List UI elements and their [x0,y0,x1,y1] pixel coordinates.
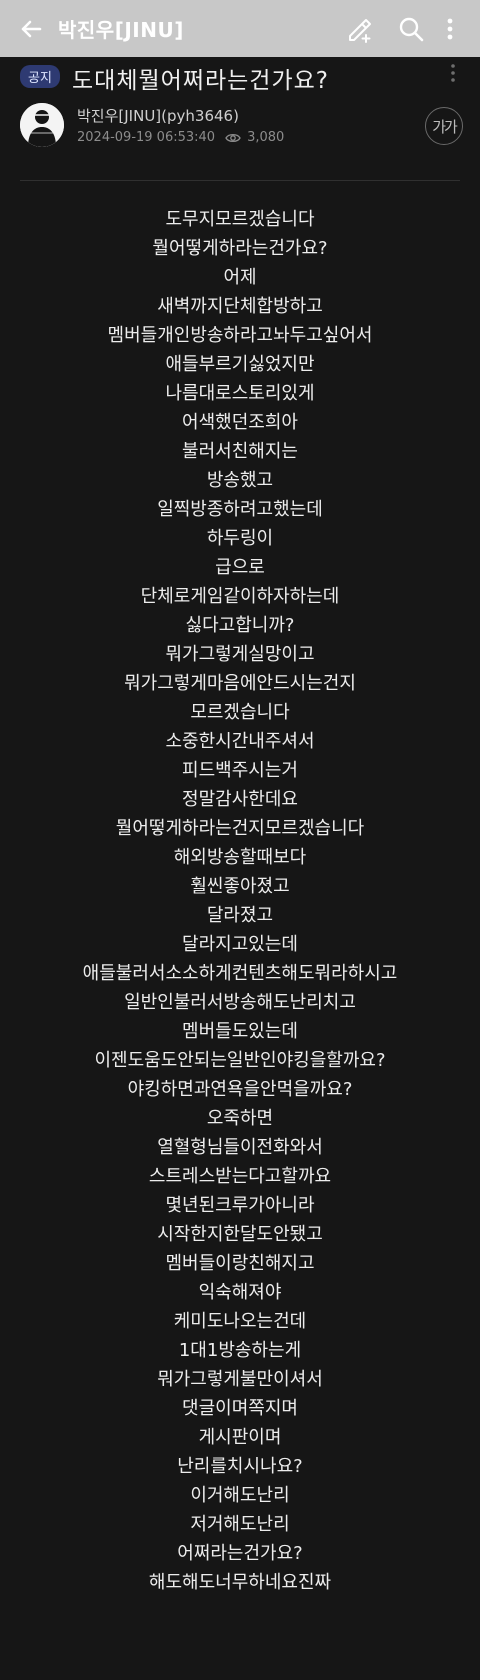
body-text-line: 뭘어떻게하라는건가요? [152,238,328,259]
post-title: 도대체뭘어쩌라는건가요? [72,68,329,94]
body-text-line: 1대1방송하는게 [178,1340,302,1361]
body-text-line: 뭘어떻게하라는건지모르겠습니다 [115,818,365,839]
body-text-line: 저거해도난리 [190,1514,290,1535]
header-divider [20,180,460,181]
body-text-line: 일반인불러서방송해도난리치고 [124,992,356,1013]
body-text-line: 달라지고있는데 [182,934,298,955]
post-more-button[interactable] [450,63,462,87]
eye-icon [225,133,241,142]
body-text-line: 애들부르기싫었지만 [165,354,315,375]
body-text-line: 뭐가그렇게실망이고 [165,644,315,665]
body-text-line: 야킹하면과연욕을안먹을까요? [127,1079,353,1100]
author-name[interactable]: 박진우[JINU](pyh3646) [77,105,239,126]
body-text-line: 난리를치시나요? [177,1456,303,1477]
body-text-line: 해외방송할때보다 [173,847,307,868]
body-text-line: 시작한지한달도안됐고 [157,1224,323,1245]
body-text-line: 소중한시간내주셔서 [165,731,315,752]
body-text-line: 이젠도움도안되는일반인야킹을할까요? [94,1050,386,1071]
body-text-line: 몇년된크루가아니라 [165,1195,315,1216]
body-text-line: 도무지모르겠습니다 [165,209,315,230]
body-text-line: 하두링이 [206,528,274,549]
body-text-line: 일찍방종하려고했는데 [157,499,323,520]
body-text-line: 새벽까지단체합방하고 [157,296,323,317]
body-text-line: 열혈형님들이전화와서 [157,1137,323,1158]
body-text-line: 단체로게임같이하자하는데 [140,586,340,607]
body-text-line: 멤버들개인방송하라고놔두고싶어서 [107,325,373,346]
body-text-line: 훨씬좋아졌고 [190,876,290,897]
notice-badge: 공지 [20,65,60,88]
body-text-line: 불러서친해지는 [182,441,298,462]
body-text-line: 애들불러서소소하게컨텐츠해도뭐라하시고 [82,963,398,984]
font-size-label: 가가 [432,117,458,136]
top-app-bar: 박진우[JINU] [0,0,480,57]
body-text-line: 해도해도너무하네요진짜 [148,1572,332,1593]
author-avatar[interactable] [20,103,64,147]
more-vertical-icon [451,64,455,82]
pencil-plus-icon [349,19,371,43]
body-text-line: 정말감사한데요 [182,789,298,810]
body-text-line: 스트레스받는다고할까요 [148,1166,332,1187]
body-text-line: 방송했고 [206,470,274,491]
body-text-line: 케미도나오는건데 [173,1311,307,1332]
more-menu-button[interactable] [440,14,460,44]
avatar-image [20,103,64,147]
body-text-line: 나름대로스토리있게 [165,383,315,404]
search-icon [399,17,424,42]
body-text-line: 싫다고합니까? [185,615,295,636]
body-text-line: 급으로 [215,557,265,578]
back-arrow-icon [21,20,42,38]
body-text-line: 멤버들도있는데 [182,1021,298,1042]
body-text-line: 어색했던조희아 [182,412,298,433]
body-text-line: 멤버들이랑친해지고 [165,1253,315,1274]
board-title: 박진우[JINU] [58,18,184,42]
body-text-line: 뭐가그렇게마음에안드시는건지 [124,673,356,694]
search-button[interactable] [396,14,426,44]
body-text-line: 익숙해져야 [198,1282,282,1303]
body-text-line: 어제 [223,267,257,288]
body-text-line: 게시판이며 [198,1427,282,1448]
body-text-line: 어쩌라는건가요? [177,1543,303,1564]
more-vertical-icon [447,18,453,40]
body-text-line: 뭐가그렇게불만이셔서 [157,1369,323,1390]
body-text-line: 달라졌고 [206,905,274,926]
view-count: 3,080 [247,130,285,145]
post-datetime: 2024-09-19 06:53:40 [77,130,216,145]
back-button[interactable] [18,16,44,42]
font-size-button[interactable]: 가가 [425,107,463,145]
body-text-line: 모르겠습니다 [190,702,290,723]
post-meta: 2024-09-19 06:53:40 3,080 [77,130,284,145]
body-text-line: 피드백주시는거 [182,760,298,781]
body-text-line: 댓글이며쪽지며 [182,1398,298,1419]
write-button[interactable] [344,14,374,44]
post-body: 도무지모르겠습니다뭘어떻게하라는건가요? 어제새벽까지단체합방하고멤버들개인방송하… [0,205,480,1597]
body-text-line: 이거해도난리 [190,1485,290,1506]
body-text-line: 오죽하면 [206,1108,274,1129]
